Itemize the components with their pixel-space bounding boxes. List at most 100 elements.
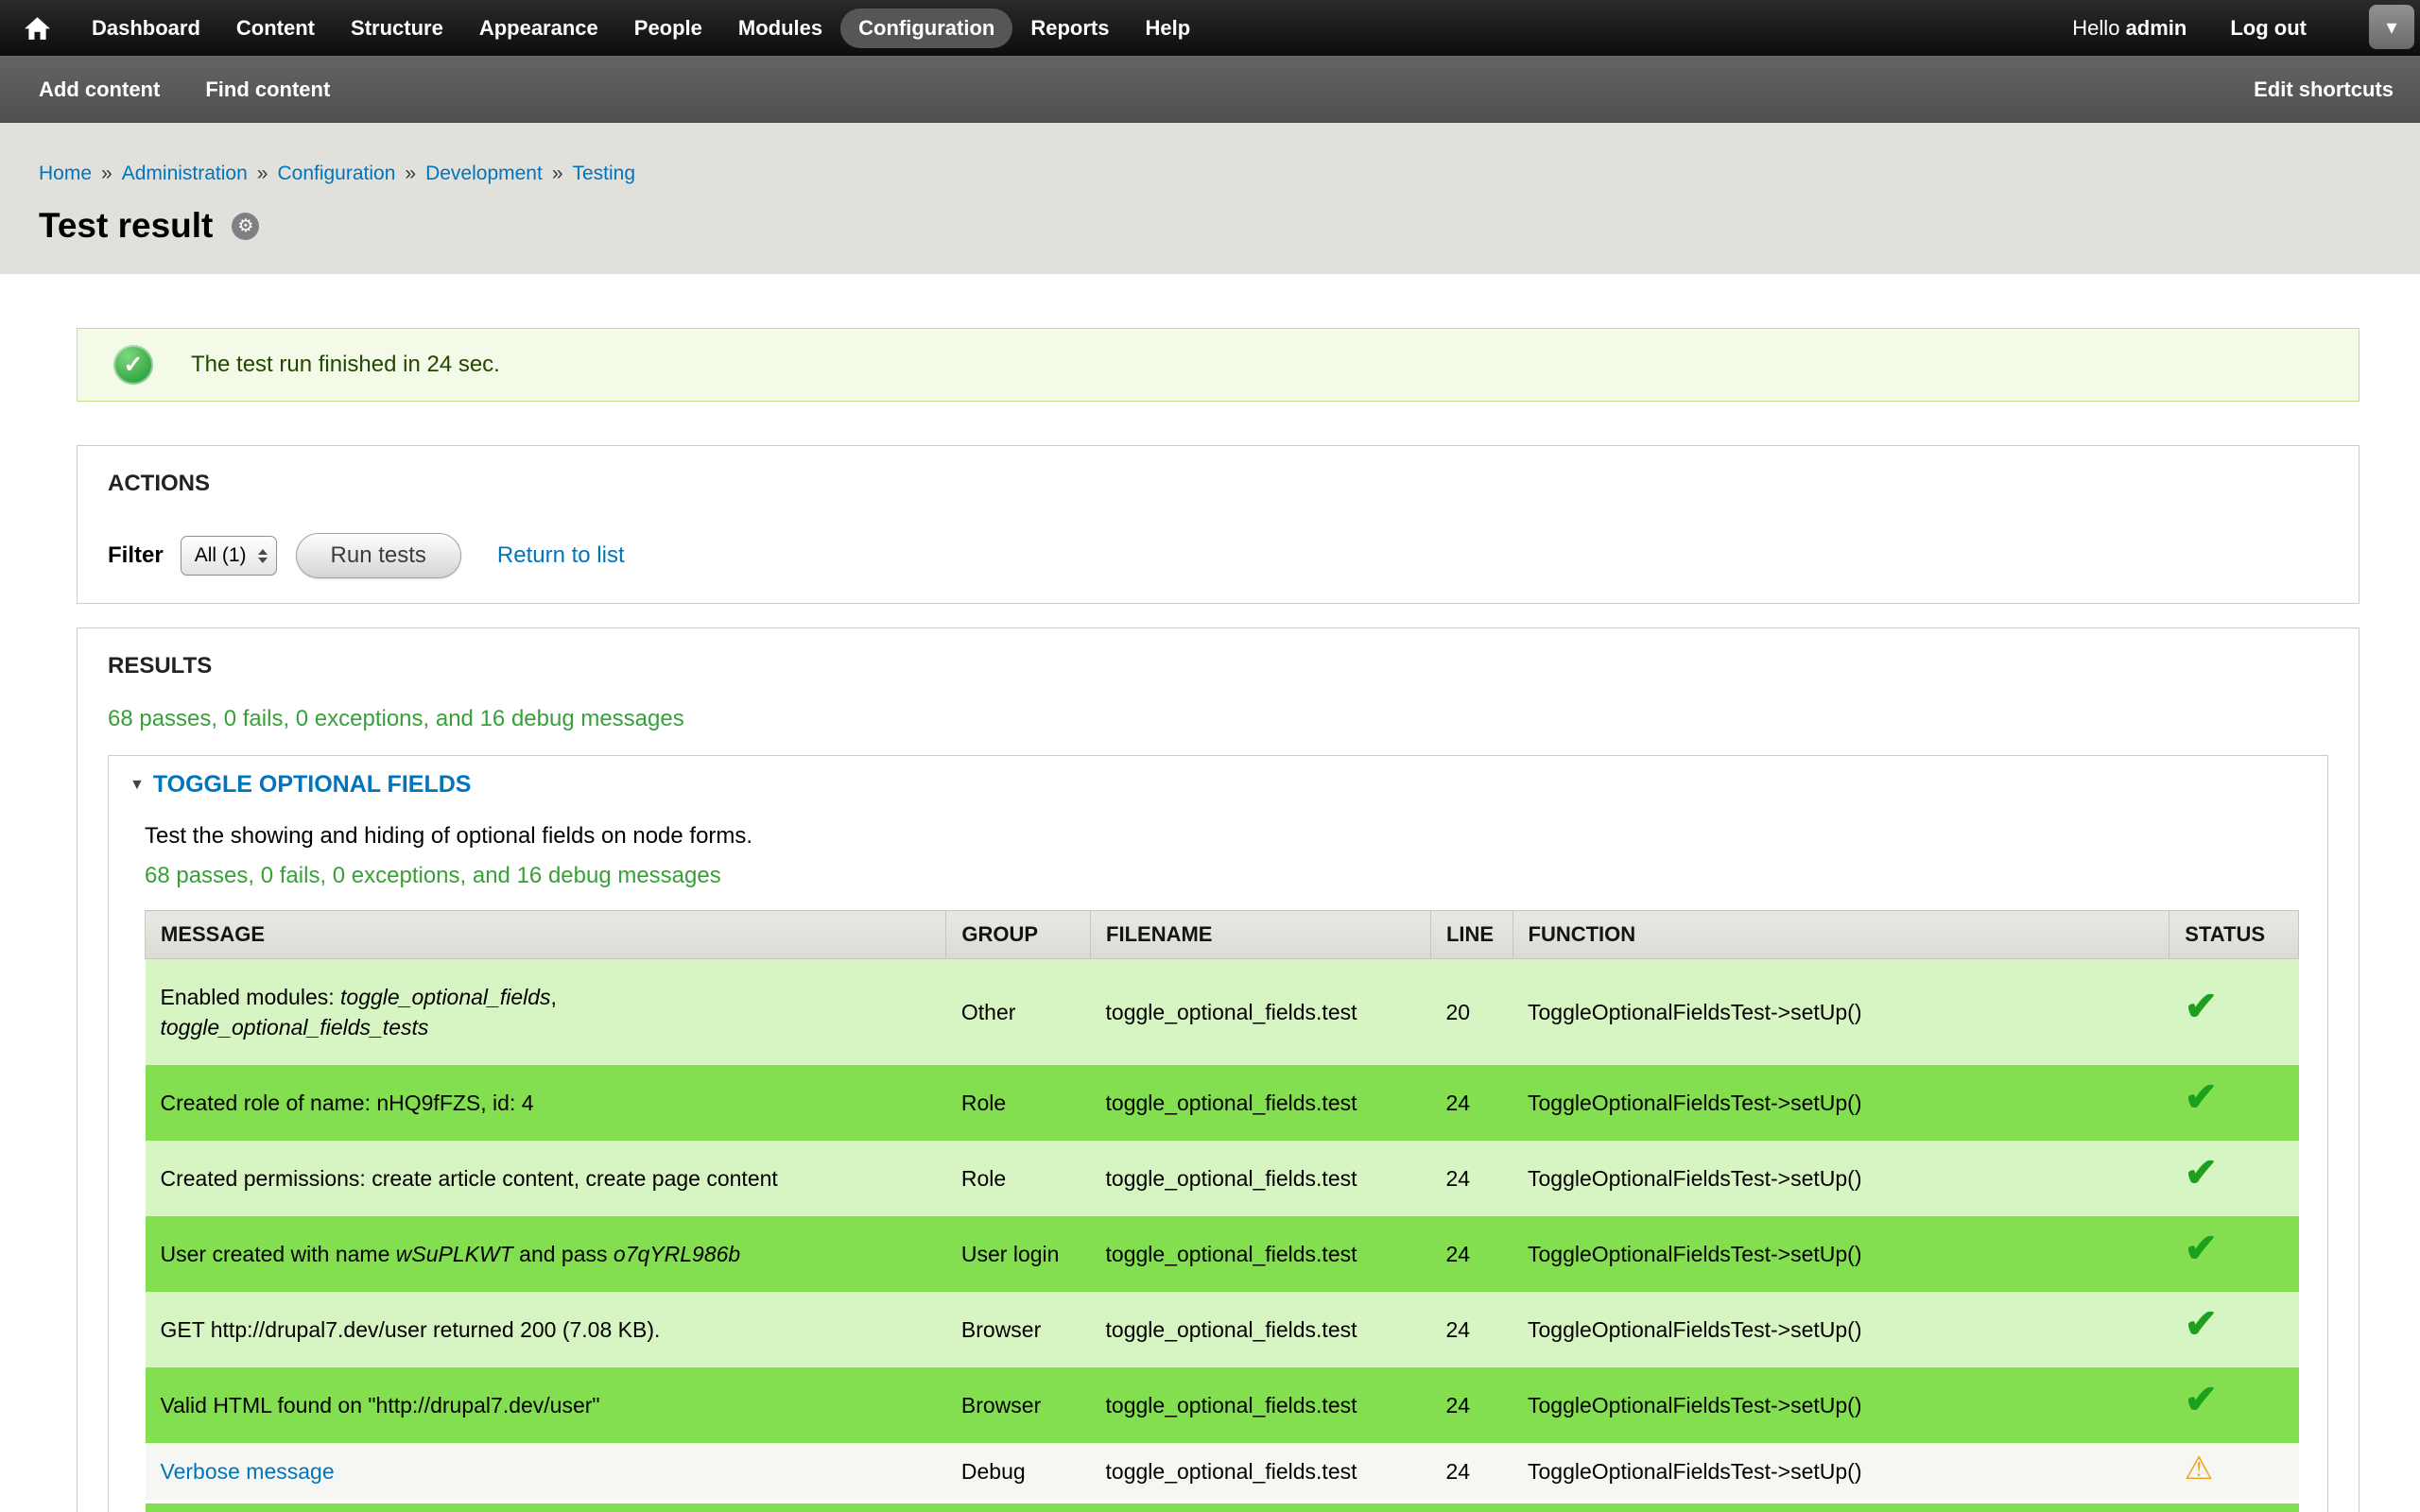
filename-cell <box>1091 1502 1431 1512</box>
test-group-fieldset: ▼ TOGGLE OPTIONAL FIELDS Test the showin… <box>108 755 2328 1512</box>
result-row: User created with name wSuPLKWT and pass… <box>146 1216 2299 1292</box>
message-emphasis: toggle_optional_fields <box>340 985 551 1009</box>
group-cell: Browser <box>946 1292 1091 1367</box>
check-icon: ✔ <box>2185 1163 2218 1182</box>
message-emphasis: toggle_optional_fields_tests <box>161 1015 429 1040</box>
shortcut-add-content[interactable]: Add content <box>39 77 160 102</box>
filter-select-value: All (1) <box>195 544 247 567</box>
breadcrumb-link-testing[interactable]: Testing <box>573 163 636 184</box>
breadcrumb-separator: » <box>552 163 563 184</box>
breadcrumb-link-development[interactable]: Development <box>425 163 543 184</box>
logout-link[interactable]: Log out <box>2230 16 2307 41</box>
toolbar-toggle-button[interactable]: ▾ <box>2369 5 2414 49</box>
verbose-message-link[interactable]: Verbose message <box>161 1459 335 1484</box>
function-cell <box>1512 1502 2169 1512</box>
message-cell: Verbose message <box>146 1443 946 1502</box>
actions-legend: ACTIONS <box>108 471 2328 497</box>
toolbar-item-configuration[interactable]: Configuration <box>840 9 1012 48</box>
caret-down-icon: ▼ <box>130 777 145 794</box>
status-cell: ✔ <box>2169 1065 2299 1141</box>
line-cell: 24 <box>1430 1065 1512 1141</box>
main-content: ✓ The test run finished in 24 sec. ACTIO… <box>0 274 2420 1512</box>
line-cell: 24 <box>1430 1141 1512 1216</box>
message-text: Valid HTML found on "http://drupal7.dev/… <box>161 1393 600 1418</box>
group-summary: 68 passes, 0 fails, 0 exceptions, and 16… <box>145 863 2299 889</box>
contextual-links-button[interactable]: ⚙ <box>232 213 259 240</box>
function-cell: ToggleOptionalFieldsTest->setUp() <box>1512 1141 2169 1216</box>
status-cell <box>2169 1502 2299 1512</box>
toolbar-item-dashboard[interactable]: Dashboard <box>74 9 218 48</box>
message-cell <box>146 1502 946 1512</box>
edit-shortcuts-link[interactable]: Edit shortcuts <box>2254 77 2394 102</box>
message-text: GET http://drupal7.dev/user returned 200… <box>161 1317 661 1342</box>
triangle-up-icon <box>258 549 268 555</box>
toolbar-item-people[interactable]: People <box>616 9 720 48</box>
check-glyph: ✓ <box>124 351 144 379</box>
filename-cell: toggle_optional_fields.test <box>1091 1443 1431 1502</box>
shortcut-bar: Add content Find content Edit shortcuts <box>0 56 2420 123</box>
greeting-prefix: Hello <box>2072 16 2119 40</box>
message-text: Created role of name: nHQ9fFZS, id: 4 <box>161 1091 534 1115</box>
page-title: Test result <box>39 206 213 246</box>
filename-cell: toggle_optional_fields.test <box>1091 1292 1431 1367</box>
result-row: Valid HTML found on "http://drupal7.dev/… <box>146 1367 2299 1443</box>
check-icon: ✔ <box>2185 1390 2218 1409</box>
group-cell: User login <box>946 1216 1091 1292</box>
page-header: Home » Administration » Configuration » Develo… <box>0 123 2420 274</box>
toolbar-item-appearance[interactable]: Appearance <box>461 9 616 48</box>
result-row: Enabled modules: toggle_optional_fields,… <box>146 959 2299 1066</box>
result-row: Created permissions: create article cont… <box>146 1141 2299 1216</box>
line-cell: 24 <box>1430 1292 1512 1367</box>
status-cell: ✔ <box>2169 959 2299 1066</box>
run-tests-button[interactable]: Run tests <box>296 533 461 578</box>
message-text: , <box>551 985 557 1009</box>
group-description: Test the showing and hiding of optional … <box>145 823 2299 850</box>
result-row <box>146 1502 2299 1512</box>
message-text: Created permissions: create article cont… <box>161 1166 778 1191</box>
gear-icon: ⚙ <box>237 215 253 237</box>
line-cell: 24 <box>1430 1443 1512 1502</box>
actions-panel: ACTIONS Filter All (1) Run tests Return … <box>77 445 2360 604</box>
breadcrumb: Home » Administration » Configuration » Develo… <box>39 163 2360 185</box>
status-cell: ✔ <box>2169 1216 2299 1292</box>
results-table-header-row: MESSAGEGROUPFILENAMELINEFUNCTIONSTATUS <box>146 911 2299 959</box>
return-to-list-link[interactable]: Return to list <box>497 542 625 569</box>
group-title-row: ▼ TOGGLE OPTIONAL FIELDS <box>130 771 2299 799</box>
filter-select[interactable]: All (1) <box>181 536 277 576</box>
toolbar-right: Hello admin Log out <box>2072 16 2307 41</box>
actions-row: Filter All (1) Run tests Return to list <box>108 533 2328 578</box>
column-header-line: LINE <box>1430 911 1512 959</box>
results-table: MESSAGEGROUPFILENAMELINEFUNCTIONSTATUS E… <box>145 910 2299 1512</box>
toolbar-item-modules[interactable]: Modules <box>720 9 840 48</box>
column-header-filename: FILENAME <box>1091 911 1431 959</box>
message-cell: Created permissions: create article cont… <box>146 1141 946 1216</box>
message-cell: GET http://drupal7.dev/user returned 200… <box>146 1292 946 1367</box>
home-icon[interactable] <box>0 0 74 56</box>
success-icon: ✓ <box>113 345 153 385</box>
shortcut-find-content[interactable]: Find content <box>205 77 330 102</box>
breadcrumb-link-configuration[interactable]: Configuration <box>277 163 395 184</box>
breadcrumb-separator: » <box>101 163 112 184</box>
breadcrumb-separator: » <box>257 163 268 184</box>
check-icon: ✔ <box>2185 1239 2218 1258</box>
column-header-message: MESSAGE <box>146 911 946 959</box>
function-cell: ToggleOptionalFieldsTest->setUp() <box>1512 1065 2169 1141</box>
group-body: Test the showing and hiding of optional … <box>130 823 2299 1512</box>
toolbar-item-help[interactable]: Help <box>1127 9 1208 48</box>
warning-icon: ⚠ <box>2185 1459 2213 1478</box>
result-row: Verbose messageDebugtoggle_optional_fiel… <box>146 1443 2299 1502</box>
group-cell: Role <box>946 1141 1091 1216</box>
line-cell: 24 <box>1430 1367 1512 1443</box>
filter-label: Filter <box>108 542 164 569</box>
check-icon: ✔ <box>2185 997 2218 1016</box>
toolbar-item-content[interactable]: Content <box>218 9 333 48</box>
group-title-link[interactable]: TOGGLE OPTIONAL FIELDS <box>153 771 472 799</box>
title-row: Test result ⚙ <box>39 206 2360 246</box>
message-emphasis: o7qYRL986b <box>614 1242 740 1266</box>
breadcrumb-link-home[interactable]: Home <box>39 163 92 184</box>
status-message-text: The test run finished in 24 sec. <box>191 352 500 378</box>
toolbar-item-structure[interactable]: Structure <box>333 9 461 48</box>
message-cell: Valid HTML found on "http://drupal7.dev/… <box>146 1367 946 1443</box>
toolbar-item-reports[interactable]: Reports <box>1012 9 1127 48</box>
breadcrumb-link-administration[interactable]: Administration <box>122 163 248 184</box>
